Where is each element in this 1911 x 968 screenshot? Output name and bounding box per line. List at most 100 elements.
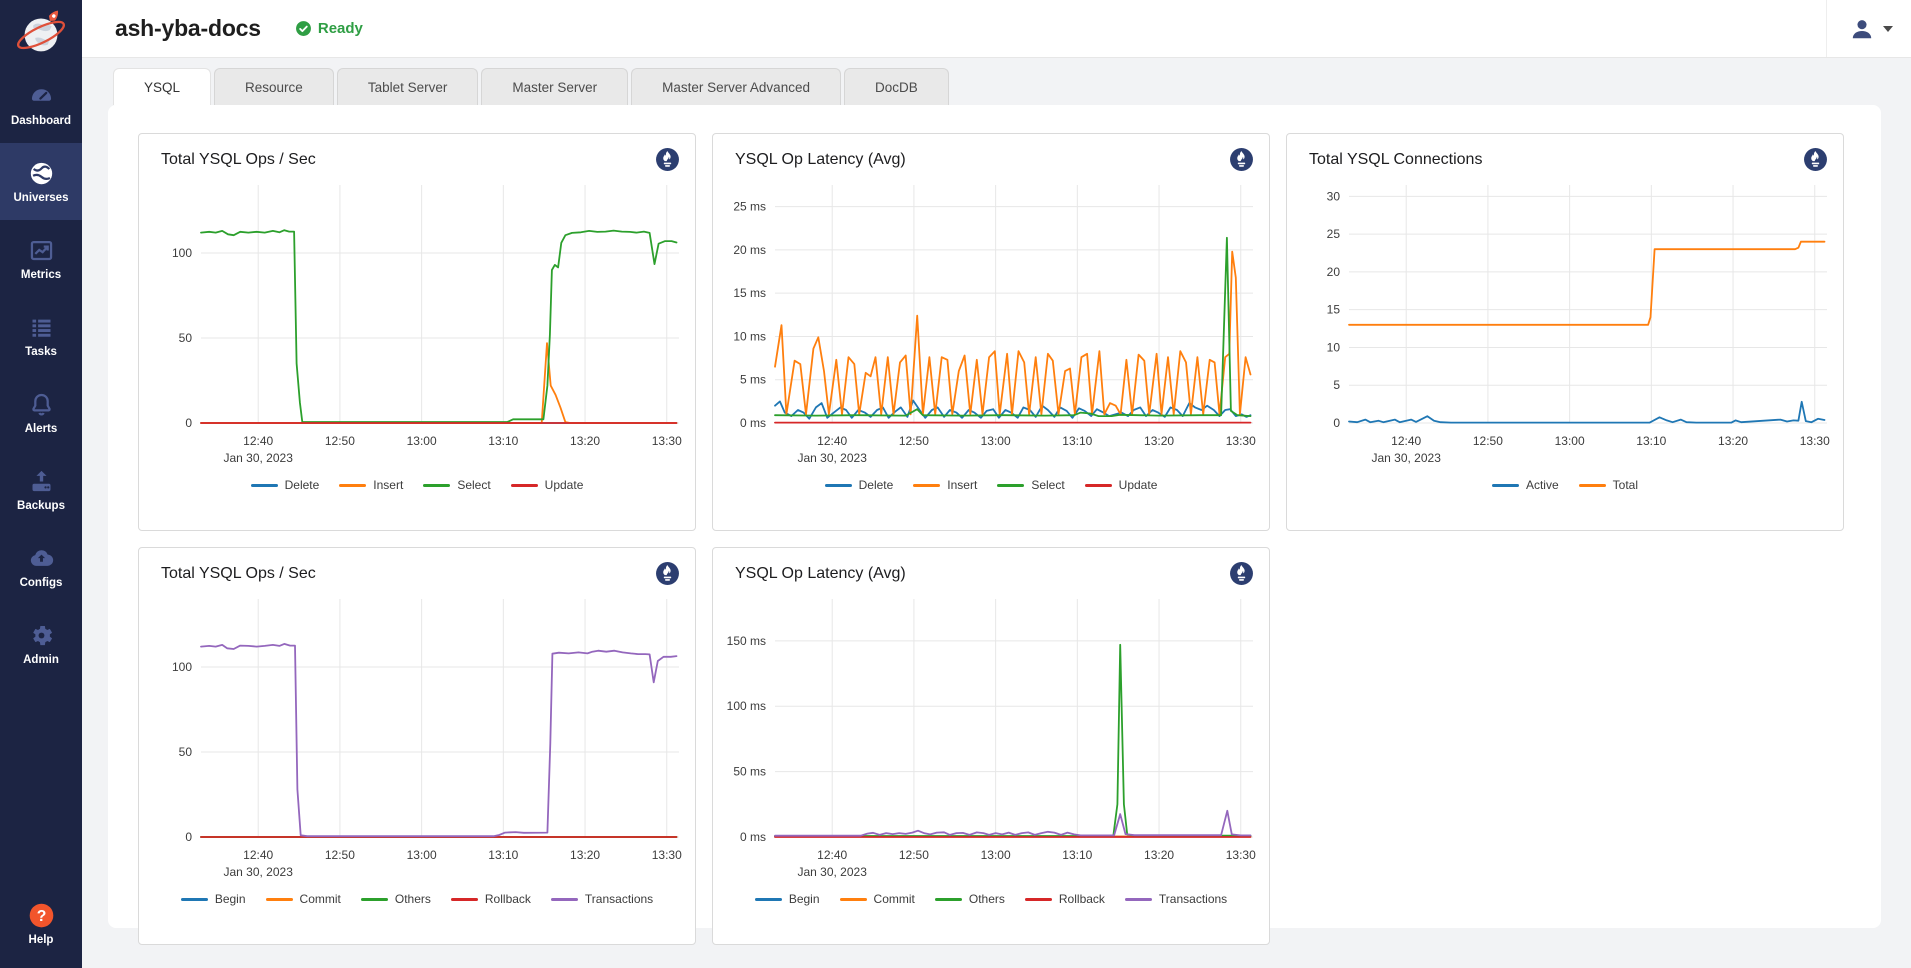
legend-item-update[interactable]: Update (511, 478, 584, 492)
legend-label: Others (969, 892, 1005, 906)
svg-text:13:20: 13:20 (1718, 434, 1748, 448)
svg-text:13:20: 13:20 (570, 848, 600, 862)
legend-label: Rollback (1059, 892, 1105, 906)
sidebar-item-universes[interactable]: Universes (0, 143, 82, 220)
svg-text:25 ms: 25 ms (733, 200, 766, 214)
status-text: Ready (318, 20, 363, 37)
svg-text:50: 50 (179, 745, 193, 759)
legend-item-begin[interactable]: Begin (755, 892, 820, 906)
svg-text:0 ms: 0 ms (740, 830, 766, 844)
user-menu[interactable] (1826, 0, 1893, 57)
svg-text:13:30: 13:30 (652, 848, 682, 862)
sidebar-item-metrics[interactable]: Metrics (0, 220, 82, 297)
page-title: ash-yba-docs (115, 15, 261, 42)
svg-text:13:10: 13:10 (1062, 434, 1092, 448)
chart-card-total-ysql-ops-transactions: Total YSQL Ops / Sec 05010012:40Jan 30, … (138, 547, 696, 945)
legend-item-others[interactable]: Others (361, 892, 431, 906)
legend-swatch (913, 484, 940, 487)
chart-canvas: 05010012:40Jan 30, 202312:5013:0013:1013… (139, 585, 695, 890)
tab-docdb[interactable]: DocDB (844, 68, 949, 105)
chart-legend: Begin Commit Others Rollback Transactions (713, 892, 1269, 906)
tab-content-area: YSQL Resource Tablet Server Master Serve… (82, 58, 1911, 968)
sidebar: Dashboard Universes Metrics (0, 0, 82, 968)
legend-item-active[interactable]: Active (1492, 478, 1559, 492)
sidebar-item-admin[interactable]: Admin (0, 605, 82, 682)
svg-text:5: 5 (1333, 378, 1340, 392)
legend-label: Transactions (585, 892, 653, 906)
prometheus-icon[interactable] (655, 147, 680, 172)
status-badge: Ready (295, 20, 363, 37)
svg-text:100: 100 (172, 660, 192, 674)
prometheus-icon[interactable] (1803, 147, 1828, 172)
chart-legend: Active Total (1287, 478, 1843, 492)
svg-text:13:00: 13:00 (407, 434, 437, 448)
sidebar-item-dashboard[interactable]: Dashboard (0, 66, 82, 143)
legend-item-transactions[interactable]: Transactions (1125, 892, 1227, 906)
gear-icon (28, 622, 55, 649)
legend-label: Update (545, 478, 584, 492)
legend-item-insert[interactable]: Insert (913, 478, 977, 492)
charts-panel: Total YSQL Ops / Sec 05010012:40Jan 30, … (108, 105, 1881, 928)
legend-item-select[interactable]: Select (423, 478, 490, 492)
prometheus-icon[interactable] (1229, 561, 1254, 586)
yugabyte-logo[interactable] (0, 0, 82, 66)
legend-item-delete[interactable]: Delete (251, 478, 320, 492)
chart-title: Total YSQL Connections (1287, 134, 1843, 171)
svg-text:13:30: 13:30 (1226, 848, 1256, 862)
main-area: ash-yba-docs Ready YSQL Resource (82, 0, 1911, 968)
svg-text:13:10: 13:10 (488, 434, 518, 448)
legend-swatch (423, 484, 450, 487)
prometheus-icon[interactable] (655, 561, 680, 586)
legend-swatch (1492, 484, 1519, 487)
sidebar-item-alerts[interactable]: Alerts (0, 374, 82, 451)
sidebar-item-label: Admin (23, 654, 59, 666)
legend-swatch (1085, 484, 1112, 487)
tab-ysql[interactable]: YSQL (113, 68, 211, 105)
svg-text:12:40: 12:40 (1391, 434, 1421, 448)
legend-item-select[interactable]: Select (997, 478, 1064, 492)
legend-item-delete[interactable]: Delete (825, 478, 894, 492)
sidebar-item-backups[interactable]: Backups (0, 451, 82, 528)
tab-master-server[interactable]: Master Server (481, 68, 628, 105)
chart-icon (28, 237, 55, 264)
tab-master-server-advanced[interactable]: Master Server Advanced (631, 68, 841, 105)
legend-item-total[interactable]: Total (1579, 478, 1638, 492)
legend-item-rollback[interactable]: Rollback (1025, 892, 1105, 906)
legend-swatch (361, 898, 388, 901)
legend-item-transactions[interactable]: Transactions (551, 892, 653, 906)
svg-text:12:40: 12:40 (817, 848, 847, 862)
sidebar-item-tasks[interactable]: Tasks (0, 297, 82, 374)
legend-label: Rollback (485, 892, 531, 906)
planet-rocket-icon (12, 5, 70, 61)
legend-item-begin[interactable]: Begin (181, 892, 246, 906)
sidebar-item-label: Universes (14, 192, 69, 204)
legend-swatch (1579, 484, 1606, 487)
legend-item-rollback[interactable]: Rollback (451, 892, 531, 906)
sidebar-item-configs[interactable]: Configs (0, 528, 82, 605)
svg-text:12:50: 12:50 (1473, 434, 1503, 448)
chart-legend: Delete Insert Select Update (139, 478, 695, 492)
legend-item-insert[interactable]: Insert (339, 478, 403, 492)
sidebar-item-label: Help (29, 934, 54, 946)
legend-swatch (511, 484, 538, 487)
tab-resource[interactable]: Resource (214, 68, 334, 105)
legend-swatch (755, 898, 782, 901)
legend-item-commit[interactable]: Commit (840, 892, 915, 906)
svg-text:13:10: 13:10 (1636, 434, 1666, 448)
charts-grid: Total YSQL Ops / Sec 05010012:40Jan 30, … (138, 133, 1854, 945)
tab-tablet-server[interactable]: Tablet Server (337, 68, 479, 105)
chart-canvas: 05101520253012:40Jan 30, 202312:5013:001… (1287, 171, 1843, 476)
sidebar-item-help[interactable]: ? Help (0, 885, 82, 962)
legend-item-commit[interactable]: Commit (266, 892, 341, 906)
svg-text:150 ms: 150 ms (727, 634, 766, 648)
chart-legend: Delete Insert Select Update (713, 478, 1269, 492)
legend-label: Begin (789, 892, 820, 906)
list-icon (28, 314, 55, 341)
prometheus-icon[interactable] (1229, 147, 1254, 172)
legend-item-update[interactable]: Update (1085, 478, 1158, 492)
svg-text:13:00: 13:00 (981, 848, 1011, 862)
legend-swatch (840, 898, 867, 901)
chart-title: YSQL Op Latency (Avg) (713, 134, 1269, 171)
legend-item-others[interactable]: Others (935, 892, 1005, 906)
svg-text:13:20: 13:20 (570, 434, 600, 448)
